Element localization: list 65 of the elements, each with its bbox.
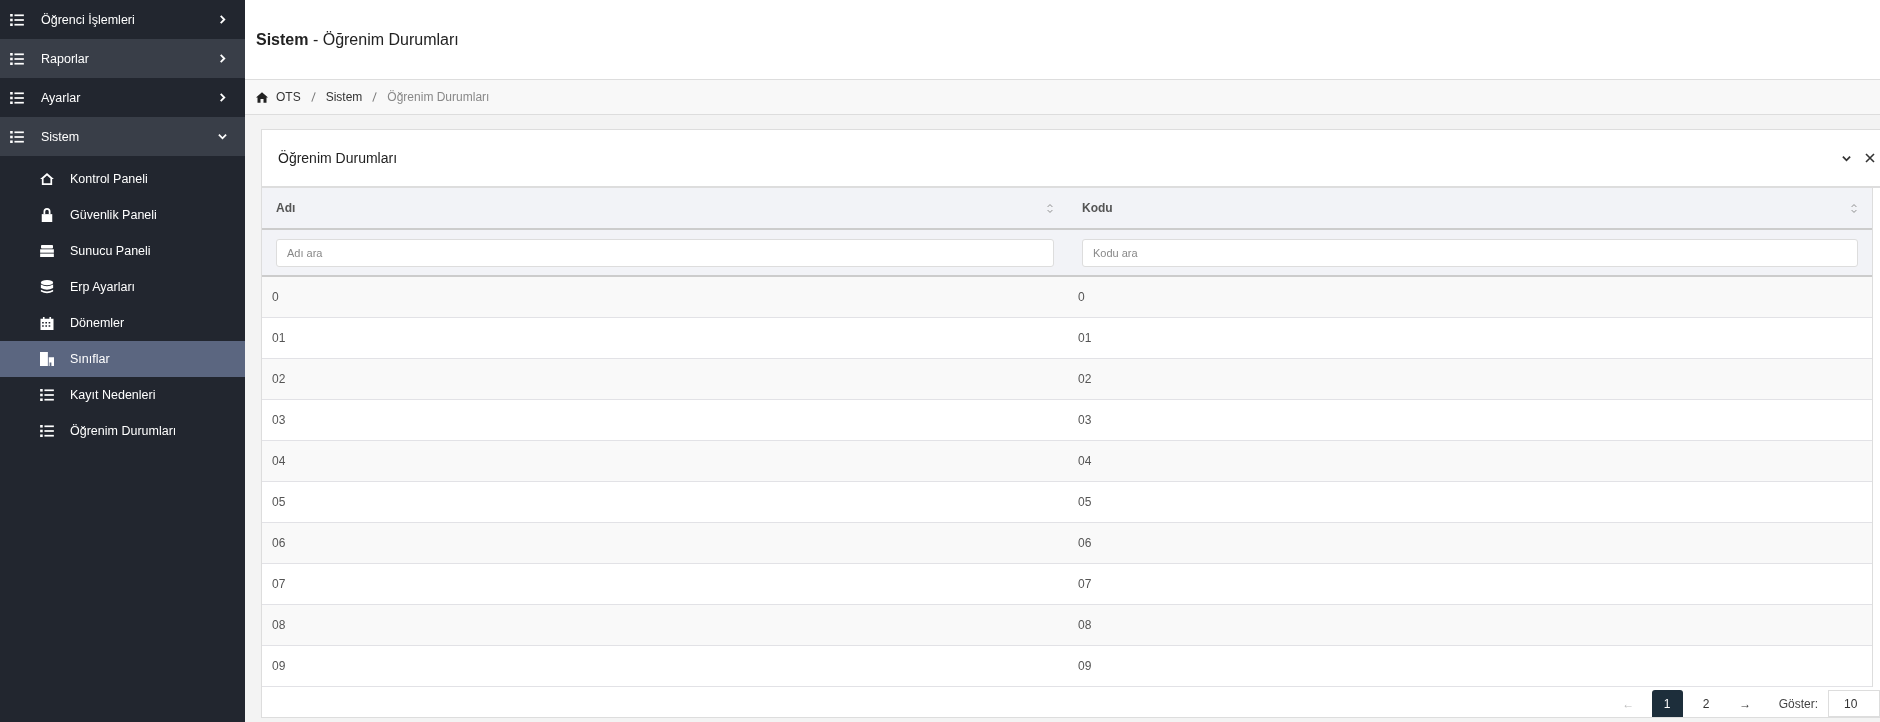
list-icon [10,130,24,143]
table-cell-text: 06 [271,535,287,552]
table-cell-text: 07 [1077,576,1093,593]
collapse-icon[interactable] [1842,153,1851,163]
close-icon[interactable] [1865,153,1875,163]
page-title: Sistem - Öğrenim Durumları [256,30,459,49]
sidebar-menu-item[interactable]: Raporlar [0,39,245,78]
table-cell-text: 03 [271,412,287,429]
lock-icon [40,208,54,222]
breadcrumb-link[interactable]: Öğrenim Durumları [387,90,490,104]
sidebar-submenu-item[interactable]: Dönemler [0,305,245,341]
sidebar-submenu-item[interactable]: Erp Ayarları [0,269,245,305]
sidebar-submenu-item[interactable]: Sunucu Paneli [0,233,245,269]
calendar-icon [40,316,54,330]
page-button[interactable]: 2 [1690,690,1722,717]
sidebar-submenu-item[interactable]: Kayıt Nedenleri [0,377,245,413]
chevron-down-icon [218,132,227,141]
table-cell-text: 04 [271,453,287,470]
table-cell-text: 09 [271,658,287,675]
table-cell-text: 04 [1077,453,1093,470]
table-cell-text: 01 [1077,330,1093,347]
breadcrumb-link[interactable]: OTS [276,90,301,104]
sort-icon [1850,202,1858,214]
table-cell-text: 02 [271,371,287,388]
page-size-select[interactable]: 10 [1828,690,1880,717]
table-cell-text: 03 [1077,412,1093,429]
list-icon [40,389,54,401]
page-button[interactable]: 1 [1651,690,1683,717]
table-cell-text: 05 [271,494,287,511]
sidebar-menu-item[interactable]: Sistem [0,117,245,156]
building-icon [40,352,54,366]
table-cell-text: 06 [1077,535,1093,552]
database-icon [40,280,54,294]
table-cell-text: 02 [1077,371,1093,388]
table-cell-text: 05 [1077,494,1093,511]
home-icon [40,173,54,185]
table-cell-text: 08 [1077,617,1093,634]
column-header[interactable]: Adı [262,188,1068,228]
table-cell-text: 09 [1077,658,1093,675]
page-size-label: Göster: [1778,696,1818,711]
table-cell-text: 01 [271,330,287,347]
list-icon [40,425,54,437]
chevron-right-icon [218,93,227,102]
sort-icon [1046,202,1054,214]
table-cell-text: 0 [271,289,280,306]
list-icon [10,13,24,26]
sidebar-submenu-item[interactable]: Kontrol Paneli [0,161,245,197]
server-icon [40,245,54,257]
search-field[interactable]: Kodu ara [1082,238,1858,267]
breadcrumb-link[interactable]: Sistem [325,90,363,104]
card-title: Öğrenim Durumları [278,150,399,166]
list-icon [10,91,24,104]
chevron-right-icon [218,15,227,24]
next-page-button[interactable]: → [1729,690,1761,717]
table-cell-text: 08 [271,617,287,634]
table-cell-text: 07 [271,576,287,593]
table-cell-text: 0 [1077,289,1086,306]
search-field[interactable]: Adı ara [276,238,1054,267]
chevron-right-icon [218,54,227,63]
list-icon [10,52,24,65]
column-header[interactable]: Kodu [1068,188,1872,228]
sidebar-submenu-item[interactable]: Öğrenim Durumları [0,413,245,449]
sidebar-submenu-item[interactable]: Güvenlik Paneli [0,197,245,233]
sidebar-submenu-item[interactable]: Sınıflar [0,341,245,377]
home-icon [256,91,268,103]
